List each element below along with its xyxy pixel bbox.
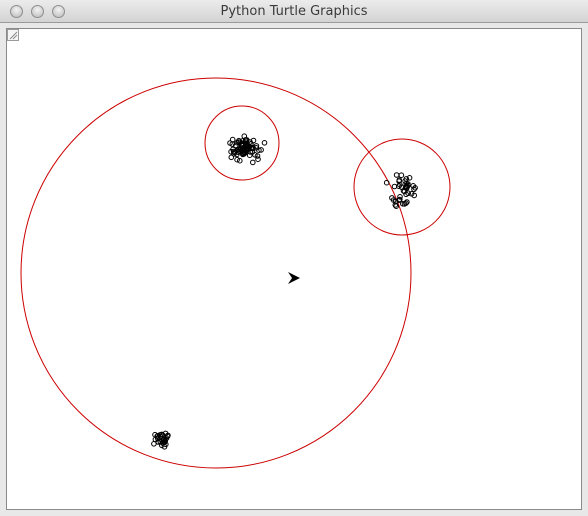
cluster-right-dot [393, 172, 400, 178]
window-title: Python Turtle Graphics [220, 4, 368, 19]
large-circle [20, 77, 412, 469]
cluster-bottom-dot [151, 441, 157, 447]
resize-grip-icon[interactable] [7, 29, 19, 41]
title-bar[interactable]: Python Turtle Graphics [0, 0, 588, 23]
cluster-top-dot [229, 136, 236, 143]
cluster-right-dot [398, 172, 405, 178]
drawing-surface [20, 77, 451, 469]
turtle-arrow-icon [288, 272, 300, 284]
window-content [0, 23, 588, 516]
right-cluster-circle [353, 138, 451, 236]
turtle-window: Python Turtle Graphics [0, 0, 588, 516]
cluster-top-dot [261, 140, 268, 146]
turtle-canvas[interactable] [6, 28, 582, 510]
cluster-top-dot [250, 159, 256, 166]
